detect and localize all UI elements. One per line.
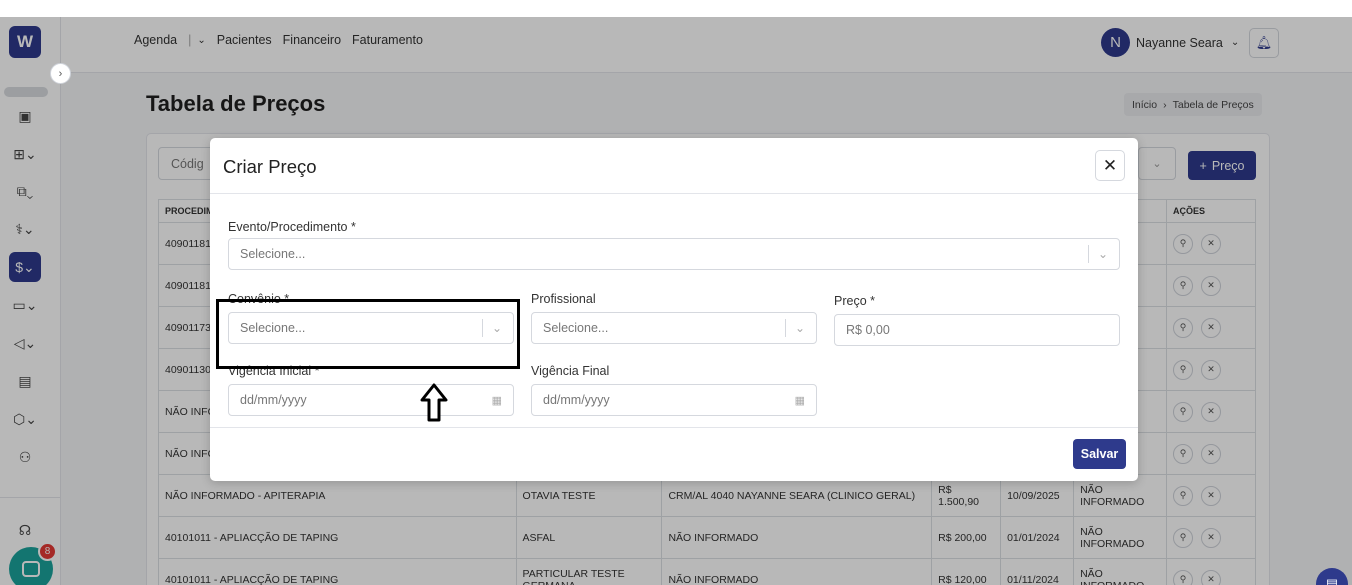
select-divider [481,319,483,337]
select-divider [1087,245,1089,263]
vigencia-inicial-placeholder: dd/mm/yyyy [240,393,307,407]
convenio-placeholder: Selecione... [240,321,306,335]
create-price-modal: Criar Preço ✕ Evento/Procedimento * Sele… [210,138,1138,481]
profissional-select[interactable]: Selecione... ⌄ [531,312,817,344]
profissional-label: Profissional [531,292,596,306]
chevron-down-icon: ⌄ [491,321,502,335]
sidebar-collapse-chevron-icon[interactable]: › [50,63,71,84]
close-icon[interactable]: ✕ [1095,150,1125,181]
convenio-select[interactable]: Selecione... ⌄ [228,312,514,344]
modal-footer-divider [210,427,1138,428]
vigencia-final-label: Vigência Final [531,364,610,378]
evento-label: Evento/Procedimento * [228,220,356,234]
vigencia-final-input[interactable]: dd/mm/yyyy ▦ [531,384,817,416]
chevron-down-icon: ⌄ [1097,247,1108,261]
vigencia-inicial-label: Vigência Inicial * [228,364,320,378]
evento-placeholder: Selecione... [240,247,306,261]
annotation-up-arrow-icon [420,383,448,422]
vigencia-final-placeholder: dd/mm/yyyy [543,393,610,407]
preco-placeholder: R$ 0,00 [846,323,890,337]
calendar-icon[interactable]: ▦ [795,394,805,407]
profissional-placeholder: Selecione... [543,321,609,335]
convenio-label: Convênio * [228,292,290,306]
save-button[interactable]: Salvar [1073,439,1126,469]
select-divider [784,319,786,337]
app-root: W ▣ ⊞⌄ ⧉⌄ ⚕⌄ $⌄ ▭⌄ ◁⌄ ▤ ⬡⌄ ⚇ ☊ 8 › Agend… [0,17,1352,585]
modal-title: Criar Preço [223,156,317,177]
calendar-icon[interactable]: ▦ [492,394,502,407]
vigencia-inicial-input[interactable]: dd/mm/yyyy ▦ [228,384,514,416]
preco-label: Preço * [834,294,875,308]
preco-input[interactable]: R$ 0,00 [834,314,1120,346]
modal-header: Criar Preço ✕ [210,138,1138,194]
evento-select[interactable]: Selecione... ⌄ [228,238,1120,270]
chevron-down-icon: ⌄ [794,321,805,335]
